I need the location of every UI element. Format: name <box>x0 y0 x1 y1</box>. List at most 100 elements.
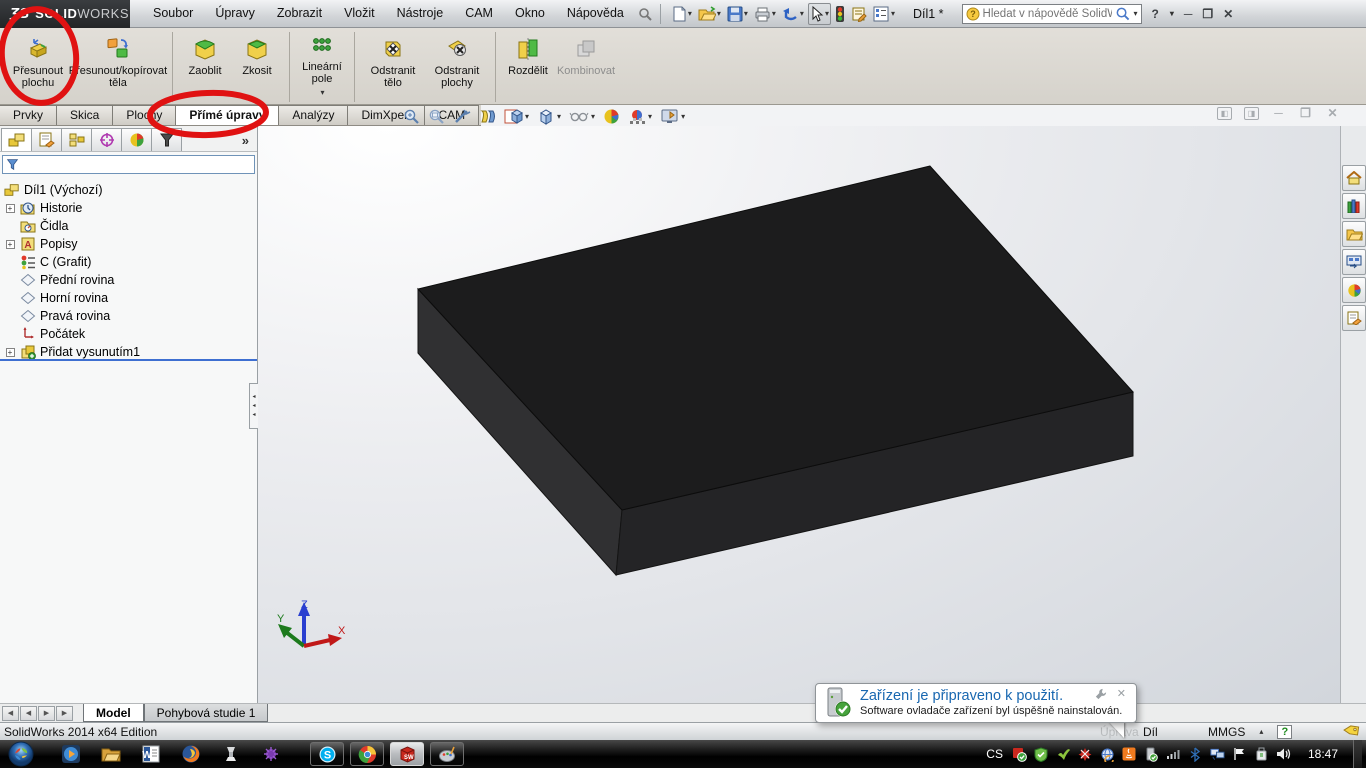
menu-search-icon[interactable] <box>635 3 655 25</box>
propertymanager-tab[interactable] <box>31 128 62 151</box>
start-button[interactable] <box>4 741 38 767</box>
tab-scroll-next-button[interactable]: ▶ <box>38 706 55 721</box>
tray-removable-device-icon[interactable] <box>1254 747 1269 762</box>
tree-root-dil1[interactable]: Díl1 (Výchozí) <box>4 181 257 199</box>
menu-cam[interactable]: CAM <box>454 0 504 27</box>
search-scope-caret[interactable]: ▾ <box>1134 9 1138 18</box>
expand-icon[interactable]: + <box>6 348 15 357</box>
pane-right-button[interactable]: ◨ <box>1244 107 1259 120</box>
view-settings-button[interactable]: ▾ <box>659 107 686 126</box>
restore-button[interactable]: ❐ <box>1202 8 1213 20</box>
apply-scene-button[interactable]: ▾ <box>627 107 653 126</box>
tab-motion-study[interactable]: Pohybová studie 1 <box>144 704 269 722</box>
undo-button[interactable]: ▾ <box>780 3 806 25</box>
menu-zobrazit[interactable]: Zobrazit <box>266 0 333 27</box>
zoom-to-area-button[interactable] <box>427 107 446 126</box>
display-style-button[interactable]: ▾ <box>536 107 562 126</box>
delete-face-button[interactable]: Odstranit plochy <box>425 32 489 93</box>
tab-plochy[interactable]: Plochy <box>112 105 176 125</box>
part-3d-model[interactable] <box>258 126 1340 703</box>
notification-close-icon[interactable]: ✕ <box>1117 688 1126 700</box>
taskbar-clock[interactable]: 18:47 <box>1308 747 1338 761</box>
device-ready-notification[interactable]: Zařízení je připraveno k použití. Softwa… <box>815 683 1137 723</box>
statusbar-units[interactable]: MMGS ▴ ? <box>1208 725 1292 739</box>
show-desktop-button[interactable] <box>1353 740 1362 768</box>
rebuild-button[interactable] <box>833 2 847 26</box>
custom-properties-button[interactable] <box>1342 305 1366 331</box>
tree-item-predni-rovina[interactable]: Přední rovina <box>4 271 257 289</box>
units-label[interactable]: MMGS <box>1208 725 1245 739</box>
taskbar-media-player-icon[interactable] <box>60 743 82 765</box>
displaymanager-tab[interactable] <box>121 128 152 151</box>
tab-prime-upravy[interactable]: Přímé úpravy <box>175 105 279 125</box>
tab-scroll-prev-button[interactable]: ◀ <box>20 706 37 721</box>
tray-shield-icon[interactable] <box>1034 747 1049 762</box>
search-magnifier-icon[interactable] <box>1115 6 1130 21</box>
file-explorer-button[interactable] <box>1342 221 1366 247</box>
tree-item-cidla[interactable]: Čidla <box>4 217 257 235</box>
featuremanager-tree-tab[interactable] <box>1 128 32 151</box>
tree-item-popisy[interactable]: + A Popisy <box>4 235 257 253</box>
language-indicator[interactable]: CS <box>986 747 1003 761</box>
expand-icon[interactable]: + <box>6 204 15 213</box>
taskbar-app-gray-icon[interactable] <box>220 743 242 765</box>
zoom-to-fit-button[interactable] <box>402 107 421 126</box>
help-button[interactable]: ? <box>1152 8 1159 20</box>
tree-item-pocatek[interactable]: Počátek <box>4 325 257 343</box>
tree-item-historie[interactable]: + Historie <box>4 199 257 217</box>
statusbar-help-icon[interactable]: ? <box>1277 725 1292 739</box>
tray-java-icon[interactable] <box>1122 747 1137 762</box>
settings-wrench-icon[interactable] <box>1095 688 1107 700</box>
move-copy-bodies-button[interactable]: Přesunout/kopírovat těla <box>70 32 166 93</box>
help-caret[interactable]: ▾ <box>1170 9 1174 18</box>
dimxpertmanager-tab[interactable] <box>91 128 122 151</box>
configurationmanager-tab[interactable] <box>61 128 92 151</box>
help-search-input[interactable] <box>983 8 1112 20</box>
taskbar-skype-button[interactable]: S <box>310 742 344 766</box>
menu-vlozit[interactable]: Vložit <box>333 0 386 27</box>
tray-maple-blocked-icon[interactable] <box>1078 747 1093 762</box>
tab-analyzy[interactable]: Analýzy <box>278 105 348 125</box>
tree-filter-input[interactable] <box>23 159 251 171</box>
edit-appearance-button[interactable] <box>602 107 621 126</box>
pane-left-button[interactable]: ◧ <box>1217 107 1232 120</box>
graphics-viewport[interactable]: Z Y X <box>258 126 1340 703</box>
design-library-button[interactable] <box>1342 193 1366 219</box>
tray-globe-icon[interactable] <box>1100 747 1115 762</box>
sw-resources-button[interactable] <box>1342 165 1366 191</box>
print-button[interactable]: ▾ <box>752 3 778 25</box>
units-arrow-icon[interactable]: ▴ <box>1259 727 1263 736</box>
linear-pattern-caret[interactable]: ▾ <box>320 87 324 99</box>
taskbar-app-purple-icon[interactable] <box>260 743 282 765</box>
appearances-scenes-button[interactable] <box>1342 277 1366 303</box>
open-document-button[interactable]: ▾ <box>696 3 723 25</box>
tray-device-ready-icon[interactable] <box>1144 747 1159 762</box>
doc-minimize-button[interactable]: ─ <box>1271 107 1286 120</box>
tray-signal-icon[interactable] <box>1166 747 1181 762</box>
linear-pattern-button[interactable]: Lineární pole ▾ <box>296 32 348 103</box>
tray-checkmark-icon[interactable] <box>1056 747 1071 762</box>
doc-restore-button[interactable]: ❐ <box>1298 107 1313 120</box>
tree-item-material[interactable]: C (Grafit) <box>4 253 257 271</box>
minimize-button[interactable]: ─ <box>1184 8 1193 20</box>
rollback-bar[interactable] <box>0 359 257 361</box>
tray-flag-icon[interactable] <box>1232 747 1247 762</box>
save-button[interactable]: ▾ <box>725 3 750 25</box>
panel-splitter-handle[interactable]: ◂ ◂ ◂ <box>249 383 258 429</box>
view-palette-button[interactable] <box>1342 249 1366 275</box>
tree-item-prava-rovina[interactable]: Pravá rovina <box>4 307 257 325</box>
taskbar-paint-button[interactable] <box>430 742 464 766</box>
fillet-button[interactable]: Zaoblit <box>179 32 231 81</box>
taskbar-chrome-button[interactable] <box>350 742 384 766</box>
taskbar-firefox-icon[interactable] <box>180 743 202 765</box>
magnifying-glass-button[interactable] <box>452 107 472 126</box>
menu-okno[interactable]: Okno <box>504 0 556 27</box>
tag-icon[interactable] <box>1343 725 1360 738</box>
panel-chevron-icon[interactable]: » <box>242 133 255 151</box>
view-orientation-button[interactable]: ▾ <box>503 107 530 126</box>
delete-body-button[interactable]: Odstranit tělo <box>361 32 425 93</box>
taskbar-explorer-icon[interactable] <box>100 743 122 765</box>
tab-prvky[interactable]: Prvky <box>0 105 57 125</box>
tab-scroll-last-button[interactable]: ▶ <box>56 706 73 721</box>
tray-solidworks-icon[interactable] <box>1012 747 1027 762</box>
